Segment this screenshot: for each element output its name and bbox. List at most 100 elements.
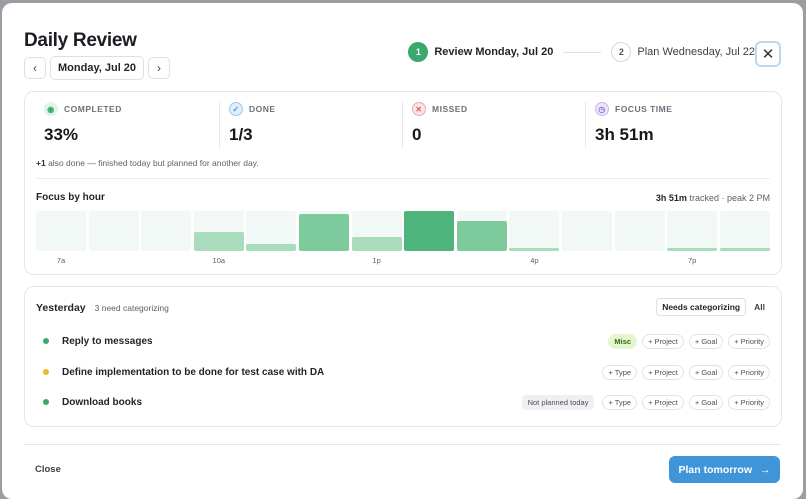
add-type-chip[interactable]: + Type: [602, 364, 638, 380]
add-project-chip[interactable]: + Project: [642, 394, 684, 410]
focus-bar: [667, 248, 718, 251]
task-name: Reply to messages: [62, 335, 153, 347]
hour-slot: [719, 211, 770, 251]
chevron-left-icon[interactable]: ‹: [24, 57, 46, 79]
filter-toggle: Needs categorizing All: [656, 298, 770, 316]
hour-label: 10a: [212, 256, 226, 265]
hour-slot: [456, 211, 507, 251]
date-navigator: ‹ Monday, Jul 20 ›: [24, 56, 171, 80]
stat-missed: ✕ MISSED 0: [402, 102, 585, 148]
stat-value: 1/3: [229, 125, 253, 144]
step-label: Review Monday, Jul 20: [434, 46, 554, 58]
hour-slot: [614, 211, 665, 251]
focus-by-hour-chart: [36, 211, 770, 251]
focus-bar: [456, 221, 507, 251]
hour-label: 7a: [56, 256, 66, 265]
note-count: +1: [36, 158, 46, 168]
list-header: Yesterday 3 need categorizing: [36, 302, 169, 314]
hour-slot: [509, 211, 560, 251]
focus-bar: [719, 248, 770, 251]
also-done-note: +1 also done — finished today but planne…: [36, 158, 259, 168]
stat-done: ✓ DONE 1/3: [219, 102, 402, 148]
plan-tomorrow-label: Plan tomorrow: [678, 463, 752, 476]
plan-tomorrow-button[interactable]: Plan tomorrow →: [669, 456, 780, 483]
check-circle-icon: ✓: [229, 102, 243, 116]
divider: [36, 178, 770, 179]
add-goal-chip[interactable]: + Goal: [688, 394, 724, 410]
task-name: Download books: [62, 396, 142, 408]
target-icon: ◉: [44, 102, 58, 116]
close-icon[interactable]: ✕: [755, 41, 781, 67]
focus-tracked-suffix: tracked · peak 2 PM: [686, 193, 770, 203]
task-row[interactable]: Define implementation to be done for tes…: [36, 362, 770, 382]
focus-bar: [246, 244, 297, 251]
yesterday-card: Yesterday 3 need categorizing Needs cate…: [24, 286, 782, 427]
focus-bar: [404, 211, 455, 251]
close-button[interactable]: Close: [35, 464, 61, 475]
task-row[interactable]: Download books Not planned today + Type …: [36, 392, 770, 412]
filter-needs-categorizing[interactable]: Needs categorizing: [656, 298, 747, 316]
list-title: Yesterday: [36, 302, 86, 314]
stat-value: 3h 51m: [595, 125, 654, 144]
stat-completed: ◉ COMPLETED 33%: [36, 102, 219, 148]
chevron-right-icon[interactable]: ›: [148, 57, 171, 79]
hour-slot: [141, 211, 192, 251]
add-project-chip[interactable]: + Project: [642, 333, 684, 349]
stat-value: 33%: [44, 125, 79, 144]
hour-label: 4p: [530, 256, 539, 265]
add-type-chip[interactable]: + Type: [602, 394, 638, 410]
summary-card: ◉ COMPLETED 33% ✓ DONE 1/3 ✕ MISSED 0 ◷ …: [24, 91, 782, 275]
note-text: also done — finished today but planned f…: [45, 158, 259, 168]
add-project-chip[interactable]: + Project: [642, 364, 684, 380]
hour-slot: [562, 211, 612, 251]
focus-tracked: 3h 51m: [655, 193, 687, 203]
step-plan[interactable]: 2 Plan Wednesday, Jul 22: [611, 42, 755, 62]
hour-label: 7p: [688, 256, 697, 265]
stat-label: MISSED: [432, 104, 468, 114]
daily-review-dialog: Daily Review ‹ Monday, Jul 20 › 1 Review…: [2, 3, 803, 499]
focus-bar: [193, 232, 244, 251]
filter-all[interactable]: All: [749, 298, 770, 316]
add-priority-chip[interactable]: + Priority: [728, 394, 770, 410]
stat-label: FOCUS TIME: [615, 104, 673, 114]
stat-label: DONE: [249, 104, 276, 114]
stat-focus-time: ◷ FOCUS TIME 3h 51m: [585, 102, 768, 148]
status-dot: [43, 399, 49, 405]
focus-bar: [351, 237, 402, 251]
task-row[interactable]: Reply to messages Misc + Project + Goal …: [36, 331, 770, 351]
step-number: 2: [611, 42, 632, 62]
not-planned-badge: Not planned today: [521, 394, 595, 410]
dialog-title: Daily Review: [24, 30, 137, 51]
list-subtitle: 3 need categorizing: [94, 303, 169, 313]
hour-slot: [193, 211, 244, 251]
footer-divider: [24, 444, 781, 445]
status-dot: [43, 338, 49, 344]
hour-slot: [404, 211, 455, 251]
stat-label: COMPLETED: [64, 104, 122, 114]
hour-slot: [351, 211, 402, 251]
task-name: Define implementation to be done for tes…: [62, 366, 325, 378]
add-priority-chip[interactable]: + Priority: [728, 364, 770, 380]
task-chips: + Type + Project + Goal + Priority: [602, 364, 770, 380]
hour-slot: [299, 211, 349, 251]
task-chips: Misc + Project + Goal + Priority: [608, 333, 770, 349]
focus-bar: [299, 214, 349, 251]
step-number: 1: [408, 42, 429, 62]
add-goal-chip[interactable]: + Goal: [688, 364, 724, 380]
stepper: 1 Review Monday, Jul 20 2 Plan Wednesday…: [408, 42, 755, 62]
x-circle-icon: ✕: [412, 102, 426, 116]
hour-slot: [36, 211, 86, 251]
step-review[interactable]: 1 Review Monday, Jul 20: [408, 42, 553, 62]
clock-icon: ◷: [595, 102, 609, 116]
hour-label: 1p: [372, 256, 381, 265]
focus-title: Focus by hour: [36, 192, 105, 203]
step-label: Plan Wednesday, Jul 22: [637, 46, 755, 58]
step-connector: [563, 51, 602, 53]
add-goal-chip[interactable]: + Goal: [688, 333, 724, 349]
date-picker[interactable]: Monday, Jul 20: [50, 56, 145, 80]
stat-value: 0: [412, 125, 422, 144]
hour-slot: [667, 211, 718, 251]
misc-chip[interactable]: Misc: [608, 333, 638, 349]
add-priority-chip[interactable]: + Priority: [728, 333, 770, 349]
status-dot: [43, 369, 49, 375]
